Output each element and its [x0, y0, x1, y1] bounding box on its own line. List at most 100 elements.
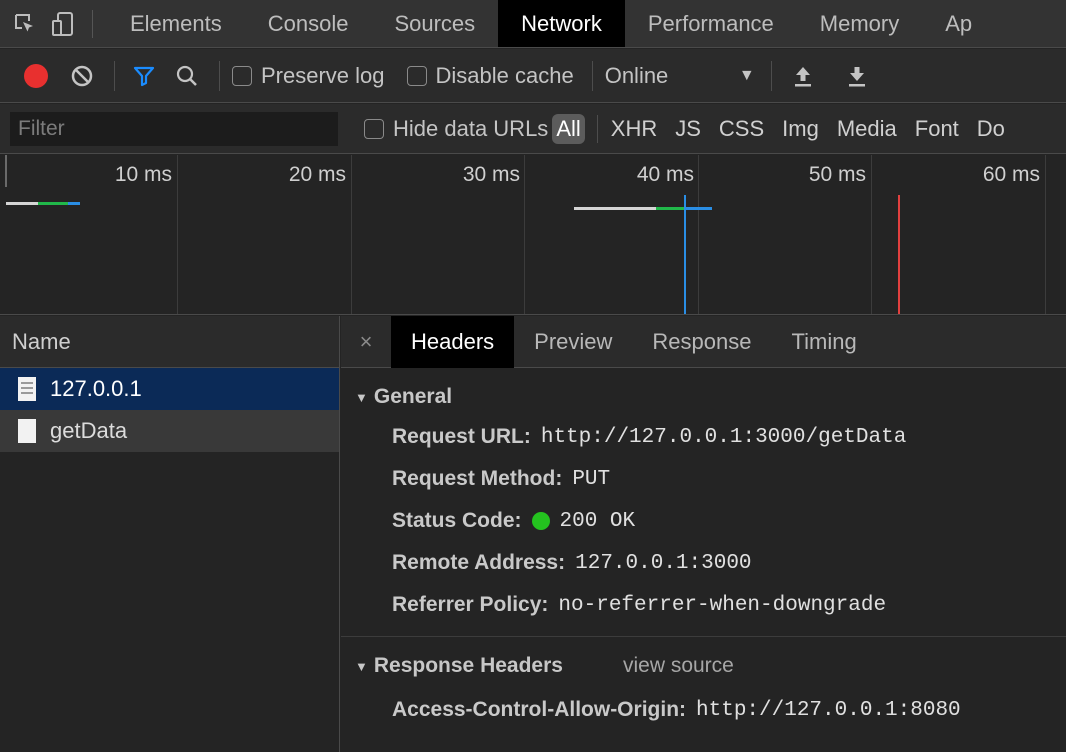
toolbar-separator	[219, 60, 220, 91]
header-row: Remote Address: 127.0.0.1:3000	[341, 542, 1066, 584]
load-event-marker	[898, 195, 900, 314]
toolbar-separator	[770, 60, 772, 91]
record-icon	[24, 63, 48, 88]
disable-cache-checkbox[interactable]	[406, 65, 427, 86]
header-row: Request Method: PUT	[341, 458, 1066, 500]
filter-type-xhr[interactable]: XHR	[602, 116, 666, 142]
header-key: Remote Address:	[392, 551, 566, 574]
inspect-icon	[15, 13, 33, 31]
hide-data-urls-label: Hide data URLs	[393, 115, 549, 141]
filter-input[interactable]	[10, 111, 338, 146]
response-headers-section: ▼ Response Headers view source Access-Co…	[341, 637, 1066, 731]
record-button[interactable]	[22, 63, 50, 88]
request-bar-download	[38, 202, 68, 205]
request-bar-waiting	[6, 202, 38, 205]
search-icon	[176, 65, 197, 86]
upload-icon	[794, 66, 811, 86]
tick-label: 50 ms	[808, 163, 866, 186]
grid-line	[698, 155, 699, 314]
status-ok-icon	[531, 512, 550, 530]
close-icon[interactable]: ×	[341, 329, 391, 355]
section-title: Response Headers	[373, 654, 563, 677]
filter-type-all[interactable]: All	[552, 113, 585, 144]
download-icon	[848, 66, 865, 86]
tab-preview[interactable]: Preview	[514, 316, 632, 368]
filter-separator	[596, 114, 598, 143]
throttling-value: Online	[604, 62, 669, 88]
tick-label: 60 ms	[982, 163, 1040, 186]
disable-cache-label: Disable cache	[435, 62, 574, 88]
header-value: http://127.0.0.1:3000/getData	[540, 425, 907, 449]
devtools-tab-bar: Elements Console Sources Network Perform…	[0, 0, 1066, 48]
header-row: Status Code: 200 OK	[341, 500, 1066, 542]
device-icon	[52, 11, 73, 36]
clear-icon	[71, 65, 93, 86]
tab-application[interactable]: Ap	[922, 0, 995, 47]
filter-toggle-button[interactable]	[127, 64, 161, 88]
request-detail-panel: × Headers Preview Response Timing ▼ Gene…	[341, 316, 1066, 752]
request-list: Name 127.0.0.1 getData	[0, 316, 340, 752]
grid-line	[1045, 155, 1046, 314]
chevron-down-icon: ▼	[738, 66, 755, 84]
filter-type-media[interactable]: Media	[828, 116, 906, 142]
tab-sources[interactable]: Sources	[371, 0, 498, 47]
network-toolbar: Preserve log Disable cache Online ▼	[0, 49, 1066, 103]
tick-label: 20 ms	[288, 163, 346, 186]
tick-label: 30 ms	[462, 163, 520, 186]
tab-memory[interactable]: Memory	[797, 0, 922, 47]
header-row: Access-Control-Allow-Origin: http://127.…	[341, 689, 1066, 731]
detail-tab-bar: × Headers Preview Response Timing	[341, 316, 1066, 368]
filter-type-js[interactable]: JS	[666, 116, 710, 142]
clear-button[interactable]	[62, 64, 102, 88]
request-row[interactable]: 127.0.0.1	[0, 368, 339, 410]
document-icon	[18, 377, 36, 401]
header-value: 127.0.0.1:3000	[575, 551, 752, 575]
toolbar-separator	[591, 60, 593, 91]
hide-data-urls-checkbox[interactable]	[364, 118, 384, 139]
filter-type-css[interactable]: CSS	[710, 116, 773, 142]
import-har-button[interactable]	[786, 64, 820, 88]
header-value: 200 OK	[559, 509, 636, 533]
header-row: Referrer Policy: no-referrer-when-downgr…	[341, 584, 1066, 626]
filter-bar: Hide data URLs All XHR JS CSS Img Media …	[0, 104, 1066, 154]
filter-type-font[interactable]: Font	[906, 116, 968, 142]
view-source-link[interactable]: view source	[623, 654, 734, 678]
request-bar-receive	[686, 207, 712, 210]
filter-type-img[interactable]: Img	[773, 116, 828, 142]
response-headers-toggle[interactable]: ▼ Response Headers view source	[341, 637, 1066, 695]
grid-line	[871, 155, 872, 314]
tab-headers[interactable]: Headers	[391, 316, 515, 368]
grid-line	[524, 155, 525, 314]
triangle-down-icon: ▼	[355, 389, 368, 405]
tab-console[interactable]: Console	[245, 0, 372, 47]
export-har-button[interactable]	[840, 64, 874, 88]
tab-timing[interactable]: Timing	[771, 316, 876, 368]
search-button[interactable]	[167, 64, 207, 88]
header-key: Request URL:	[392, 425, 531, 448]
triangle-down-icon: ▼	[355, 658, 368, 674]
header-key: Status Code:	[392, 509, 522, 532]
tab-response[interactable]: Response	[632, 316, 771, 368]
request-bar-download	[656, 207, 686, 210]
header-value: no-referrer-when-downgrade	[558, 593, 887, 617]
header-value: PUT	[572, 467, 611, 491]
request-bar-waiting	[574, 207, 656, 210]
tab-elements[interactable]: Elements	[107, 0, 245, 47]
name-column-header[interactable]: Name	[0, 316, 339, 368]
preserve-log-checkbox[interactable]	[232, 65, 252, 86]
network-overview[interactable]: 10 ms 20 ms 30 ms 40 ms 50 ms 60 ms	[0, 155, 1066, 315]
tab-performance[interactable]: Performance	[625, 0, 797, 47]
tab-network[interactable]: Network	[498, 0, 625, 47]
header-key: Referrer Policy:	[392, 593, 549, 616]
file-icon	[18, 419, 36, 443]
device-toolbar-button[interactable]	[44, 0, 82, 47]
grid-line	[5, 155, 7, 187]
general-section: ▼ General Request URL: http://127.0.0.1:…	[341, 368, 1066, 637]
header-row: Request URL: http://127.0.0.1:3000/getDa…	[341, 416, 1066, 458]
filter-icon	[133, 66, 155, 86]
inspect-element-button[interactable]	[6, 0, 44, 47]
filter-type-doc[interactable]: Do	[968, 116, 1014, 142]
toolbar-separator	[114, 60, 115, 91]
throttling-select[interactable]: Online ▼	[605, 63, 755, 89]
request-row[interactable]: getData	[0, 410, 339, 452]
